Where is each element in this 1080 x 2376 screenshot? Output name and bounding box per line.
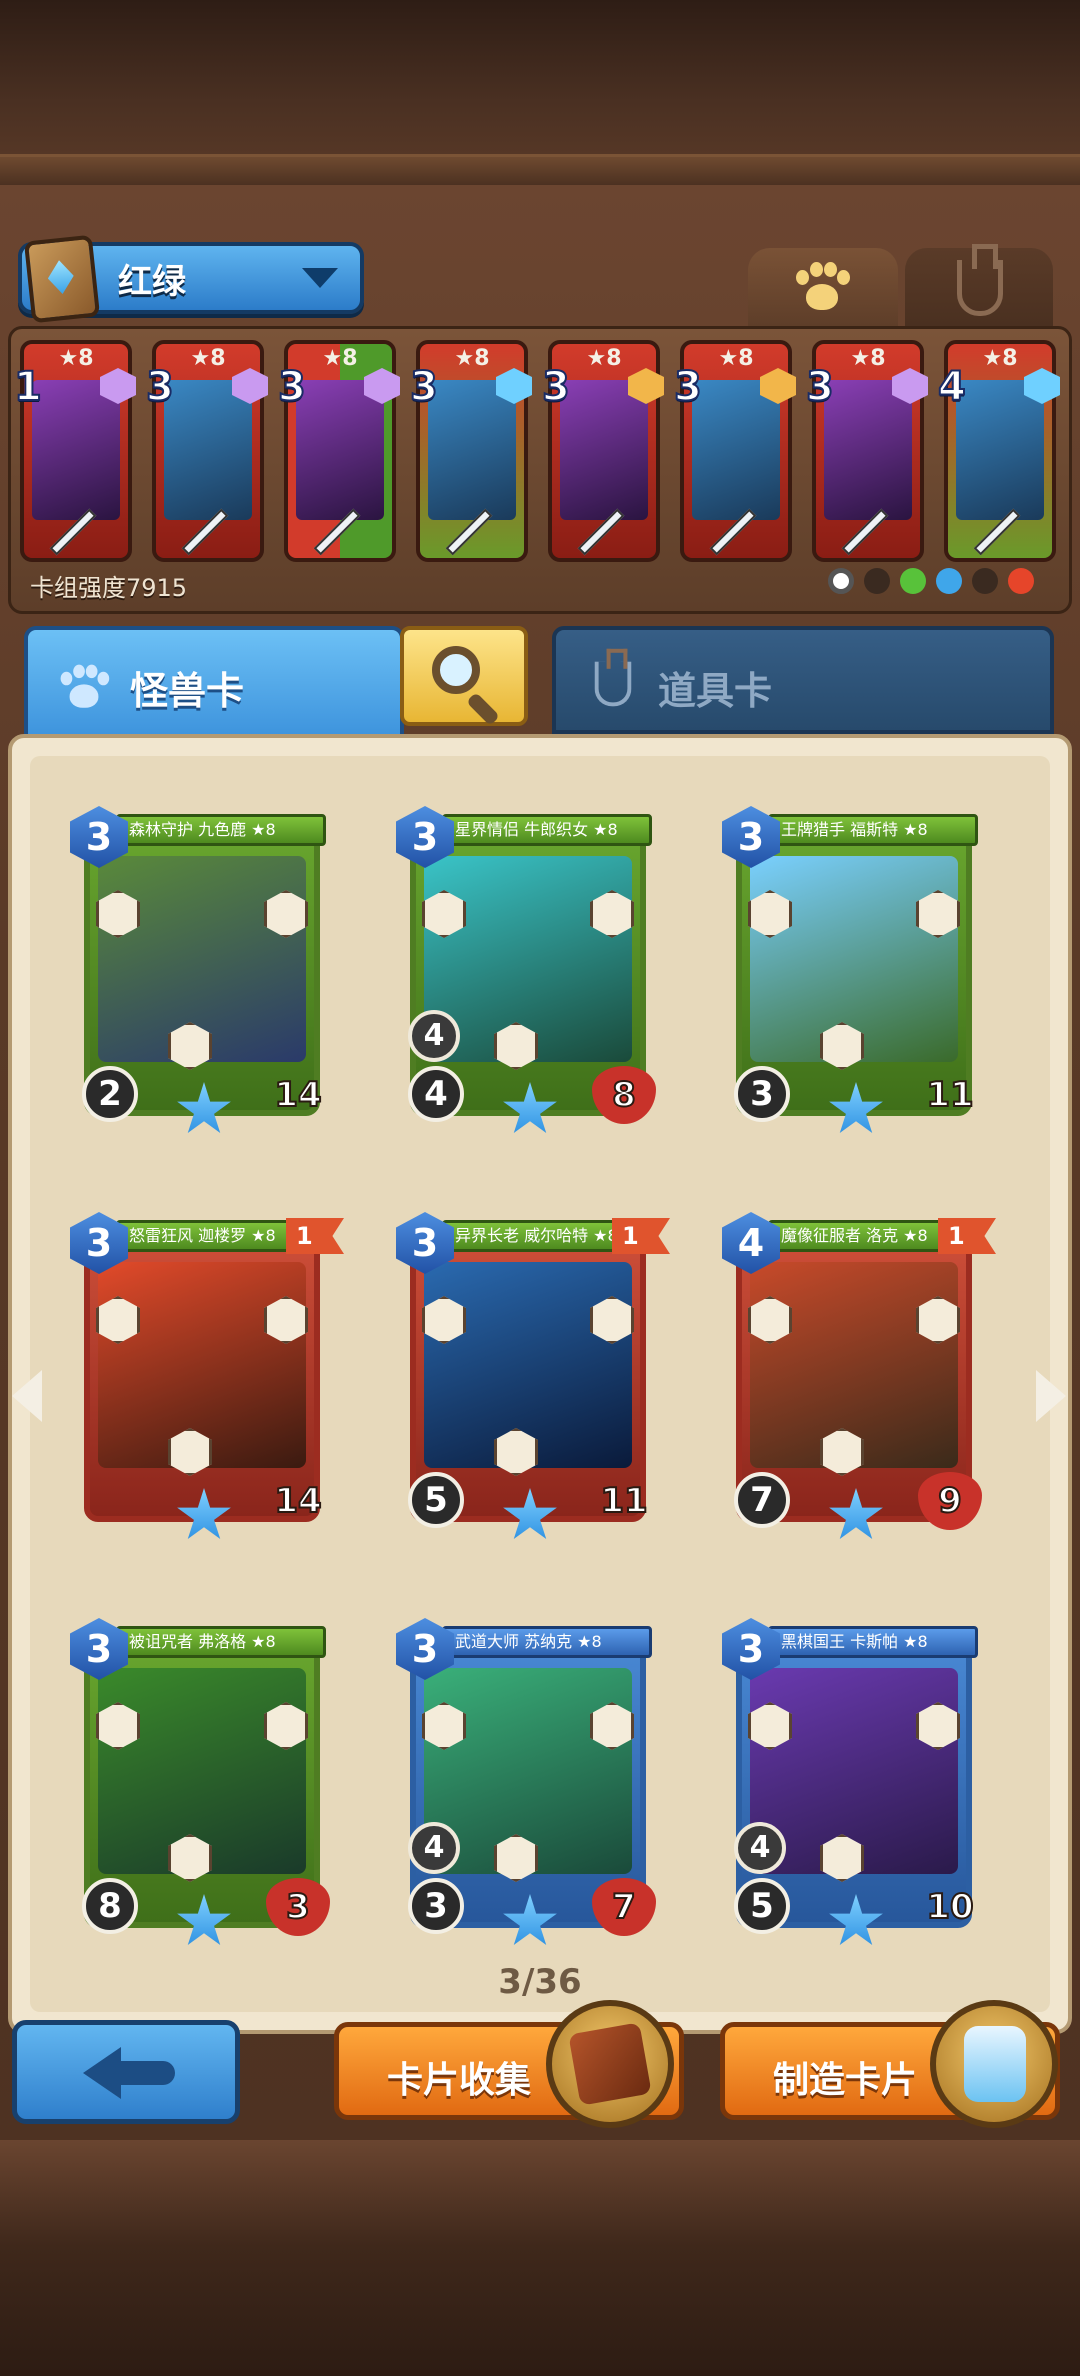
craft-card-label: 制造卡片 bbox=[773, 2060, 918, 2101]
tab-monster-label: 怪兽卡 bbox=[130, 669, 245, 713]
card-attack: 3 bbox=[408, 1878, 464, 1934]
flask-icon bbox=[957, 244, 1003, 316]
tab-monster-cards[interactable]: 怪兽卡 bbox=[24, 626, 404, 744]
search-icon bbox=[432, 646, 480, 694]
water-element-icon[interactable] bbox=[936, 568, 962, 594]
card-health-value: 14 bbox=[273, 1074, 322, 1116]
deck-card[interactable]: ★8 4 bbox=[937, 340, 1060, 562]
card-health-value: 7 bbox=[611, 1886, 637, 1928]
deck-card-art bbox=[296, 380, 384, 520]
deck-card[interactable]: ★8 3 bbox=[673, 340, 796, 562]
card-secondary-stat: 4 bbox=[408, 1010, 460, 1062]
card-attack: 7 bbox=[734, 1472, 790, 1528]
tab-item-cards[interactable]: 道具卡 bbox=[552, 626, 1054, 734]
element-filter-icons bbox=[828, 568, 1058, 600]
collection-card[interactable]: 魔像征服者 洛克 ★8 4 1 7 9 bbox=[722, 1212, 996, 1539]
card-name: 星界情侣 牛郎织女 ★8 bbox=[442, 814, 652, 846]
collection-card[interactable]: 星界情侣 牛郎织女 ★8 3 4 4 8 bbox=[396, 806, 658, 1133]
card-secondary-stat: 4 bbox=[408, 1822, 460, 1874]
deck-selector[interactable]: 红绿 bbox=[18, 234, 364, 324]
card-health-value: 8 bbox=[611, 1074, 637, 1116]
deck-book-icon bbox=[23, 234, 101, 324]
deck-card-cost: 3 bbox=[541, 363, 571, 411]
card-secondary-stat: 4 bbox=[734, 1822, 786, 1874]
deck-card-cost: 3 bbox=[277, 363, 307, 411]
card-health-value: 11 bbox=[599, 1480, 648, 1522]
deck-card[interactable]: ★8 3 bbox=[277, 340, 400, 562]
prev-page-arrow[interactable] bbox=[12, 1370, 42, 1422]
card-attack: 5 bbox=[734, 1878, 790, 1934]
collection-card[interactable]: 黑棋国王 卡斯帕 ★8 3 5 4 10 bbox=[722, 1618, 984, 1945]
leaf-element-icon[interactable] bbox=[900, 568, 926, 594]
deck-card[interactable]: ★8 3 bbox=[805, 340, 928, 562]
card-attack: 3 bbox=[734, 1066, 790, 1122]
fire-element-icon[interactable] bbox=[1008, 568, 1034, 594]
deck-card-art bbox=[560, 380, 648, 520]
deck-card-art bbox=[164, 380, 252, 520]
deck-card-cost: 3 bbox=[673, 363, 703, 411]
deck-card-art bbox=[692, 380, 780, 520]
bottom-background bbox=[0, 2140, 1080, 2376]
top-background bbox=[0, 0, 1080, 185]
collection-card[interactable]: 王牌猎手 福斯特 ★8 3 3 11 bbox=[722, 806, 984, 1133]
deck-card[interactable]: ★8 3 bbox=[409, 340, 532, 562]
card-attack: 4 bbox=[408, 1066, 464, 1122]
next-page-arrow[interactable] bbox=[1036, 1370, 1066, 1422]
tab-item-label: 道具卡 bbox=[658, 669, 773, 713]
deck-card-art bbox=[32, 380, 120, 520]
card-attack: 8 bbox=[82, 1878, 138, 1934]
card-health-value: 9 bbox=[937, 1480, 963, 1522]
card-name: 黑棋国王 卡斯帕 ★8 bbox=[768, 1626, 978, 1658]
paw-icon bbox=[57, 664, 111, 712]
deck-name: 红绿 bbox=[118, 262, 186, 302]
search-icon-handle bbox=[466, 692, 500, 726]
chevron-down-icon bbox=[302, 268, 338, 288]
deck-card-cost: 3 bbox=[805, 363, 835, 411]
deck-card-cost: 3 bbox=[409, 363, 439, 411]
deck-card[interactable]: ★8 1 bbox=[13, 340, 136, 562]
back-button[interactable] bbox=[12, 2020, 240, 2124]
earth-element-icon[interactable] bbox=[864, 568, 890, 594]
deck-card-cost: 4 bbox=[937, 363, 967, 411]
flask-icon bbox=[594, 648, 632, 707]
card-health-value: 3 bbox=[285, 1886, 311, 1928]
deck-card-cost: 1 bbox=[13, 363, 43, 411]
deck-card[interactable]: ★8 3 bbox=[541, 340, 664, 562]
collection-card[interactable]: 异界长老 威尔哈特 ★8 3 1 5 11 bbox=[396, 1212, 670, 1539]
paw-icon bbox=[792, 262, 852, 314]
collection-card[interactable]: 武道大师 苏纳克 ★8 3 3 4 7 bbox=[396, 1618, 658, 1945]
paw-jar-icon[interactable] bbox=[930, 2000, 1058, 2128]
card-health-value: 10 bbox=[925, 1886, 974, 1928]
collection-card[interactable]: 森林守护 九色鹿 ★8 3 2 14 bbox=[70, 806, 332, 1133]
card-collection-label: 卡片收集 bbox=[387, 2060, 532, 2101]
tab-items-mode[interactable] bbox=[905, 244, 1053, 326]
card-attack: 2 bbox=[82, 1066, 138, 1122]
card-name: 被诅咒者 弗洛格 ★8 bbox=[116, 1626, 326, 1658]
card-attack: 5 bbox=[408, 1472, 464, 1528]
deck-card-cost: 3 bbox=[145, 363, 175, 411]
card-health-value: 14 bbox=[273, 1480, 322, 1522]
deck-card-art bbox=[824, 380, 912, 520]
tab-monsters-mode[interactable] bbox=[748, 248, 898, 326]
deck-card-art bbox=[956, 380, 1044, 520]
card-pack-icon[interactable] bbox=[546, 2000, 674, 2128]
collection-card[interactable]: 怒雷狂风 迦楼罗 ★8 3 1 14 bbox=[70, 1212, 344, 1539]
card-name: 森林守护 九色鹿 ★8 bbox=[116, 814, 326, 846]
collection-card[interactable]: 被诅咒者 弗洛格 ★8 3 8 3 bbox=[70, 1618, 332, 1945]
search-button[interactable] bbox=[400, 626, 528, 726]
deck-power: 卡组强度7915 bbox=[30, 574, 188, 602]
dark-element-icon[interactable] bbox=[972, 568, 998, 594]
neutral-element-icon[interactable] bbox=[828, 568, 854, 594]
card-name: 王牌猎手 福斯特 ★8 bbox=[768, 814, 978, 846]
card-health-value: 11 bbox=[925, 1074, 974, 1116]
page-indicator: 3/36 bbox=[498, 1962, 582, 2002]
card-name: 武道大师 苏纳克 ★8 bbox=[442, 1626, 652, 1658]
back-arrow-icon bbox=[83, 2047, 179, 2099]
deck-card-art bbox=[428, 380, 516, 520]
deck-card[interactable]: ★8 3 bbox=[145, 340, 268, 562]
